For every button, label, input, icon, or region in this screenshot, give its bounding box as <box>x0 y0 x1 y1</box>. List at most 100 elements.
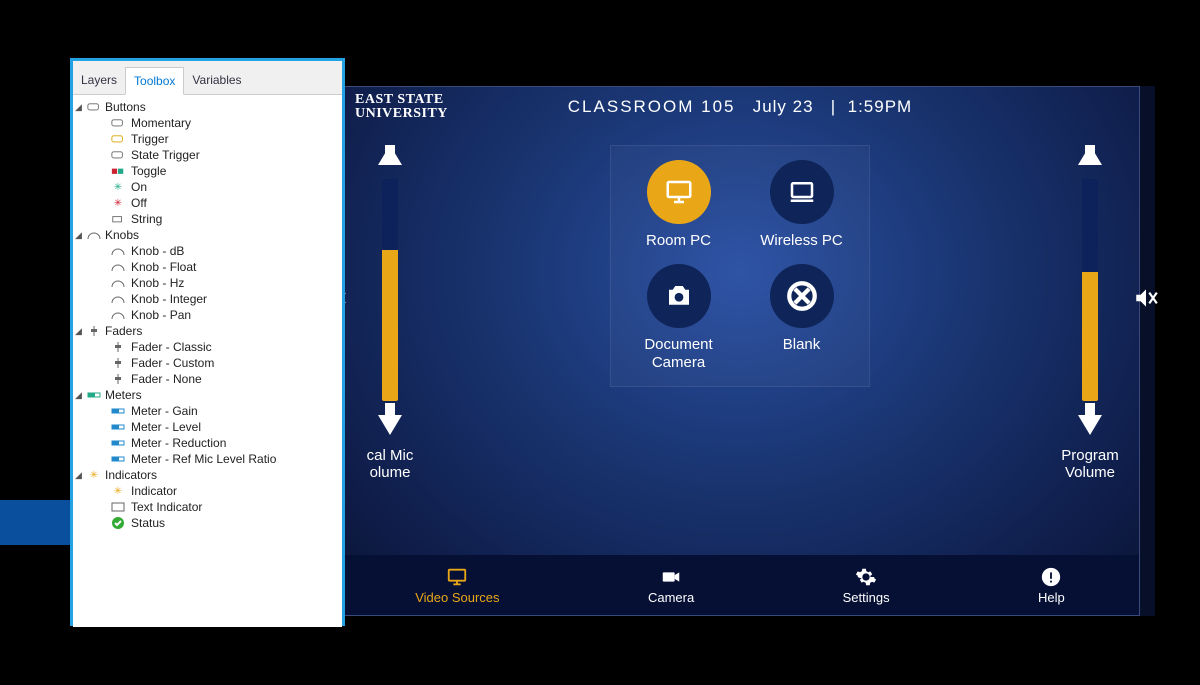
item-state-trigger[interactable]: State Trigger <box>85 147 340 163</box>
control-panel: EAST STATE UNIVERSITY CLASSROOM 105 July… <box>340 86 1140 616</box>
group-label: Knobs <box>105 228 139 242</box>
item-meter-gain[interactable]: Meter - Gain <box>85 403 340 419</box>
fader-icon <box>87 325 101 337</box>
volume-down-button[interactable] <box>378 415 402 435</box>
item-momentary[interactable]: Momentary <box>85 115 340 131</box>
item-indicator[interactable]: ✳Indicator <box>85 483 340 499</box>
source-blank[interactable]: Blank <box>744 264 859 372</box>
fader-icon <box>111 373 125 385</box>
item-knob-hz[interactable]: Knob - Hz <box>85 275 340 291</box>
on-icon: ✳ <box>111 181 125 193</box>
tab-toolbox[interactable]: Toolbox <box>125 67 184 95</box>
group-faders[interactable]: ◢ Faders <box>75 323 340 339</box>
fader-icon <box>111 341 125 353</box>
meter-icon <box>111 405 125 417</box>
volume-label: cal Mic olume <box>367 447 414 481</box>
mute-icon[interactable] <box>1133 285 1159 318</box>
knob-icon <box>87 229 101 241</box>
group-indicators[interactable]: ◢ ✳ Indicators <box>75 467 340 483</box>
button-icon <box>87 101 101 113</box>
source-label: Wireless PC <box>760 232 843 250</box>
item-text-indicator[interactable]: Text Indicator <box>85 499 340 515</box>
nav-video-sources[interactable]: Video Sources <box>415 566 499 605</box>
volume-fill <box>1082 272 1098 401</box>
volume-up-button[interactable] <box>1078 145 1102 165</box>
source-label: Room PC <box>646 232 711 250</box>
meter-icon <box>87 389 101 401</box>
meter-icon <box>111 437 125 449</box>
nav-label: Help <box>1038 590 1065 605</box>
item-meter-reduction[interactable]: Meter - Reduction <box>85 435 340 451</box>
volume-label: Program Volume <box>1061 447 1119 481</box>
expand-icon: ◢ <box>75 230 83 241</box>
source-room-pc[interactable]: Room PC <box>621 160 736 250</box>
university-logo: EAST STATE UNIVERSITY <box>355 93 448 121</box>
source-wireless-pc[interactable]: Wireless PC <box>744 160 859 250</box>
group-label: Faders <box>105 324 142 338</box>
toolbox-tabs: Layers Toolbox Variables <box>73 61 342 95</box>
expand-icon: ◢ <box>75 390 83 401</box>
tab-variables[interactable]: Variables <box>184 67 249 94</box>
time-label: 1:59PM <box>848 97 913 116</box>
button-icon <box>111 133 125 145</box>
item-knob-float[interactable]: Knob - Float <box>85 259 340 275</box>
knob-icon <box>111 309 125 321</box>
volume-bar[interactable] <box>382 179 398 401</box>
expand-icon: ◢ <box>75 102 83 113</box>
item-meter-level[interactable]: Meter - Level <box>85 419 340 435</box>
group-knobs[interactable]: ◢ Knobs <box>75 227 340 243</box>
button-icon <box>111 117 125 129</box>
nav-label: Camera <box>648 590 694 605</box>
panel-header: EAST STATE UNIVERSITY CLASSROOM 105 July… <box>341 87 1139 127</box>
nav-camera[interactable]: Camera <box>648 566 694 605</box>
off-icon: ✳ <box>111 197 125 209</box>
source-document-camera[interactable]: Document Camera <box>621 264 736 372</box>
date-label: July 23 <box>753 97 814 116</box>
volume-bar[interactable] <box>1082 179 1098 401</box>
nav-help[interactable]: Help <box>1038 566 1065 605</box>
indicator-icon: ✳ <box>111 485 125 497</box>
item-knob-db[interactable]: Knob - dB <box>85 243 340 259</box>
item-knob-integer[interactable]: Knob - Integer <box>85 291 340 307</box>
room-label: CLASSROOM 105 <box>568 97 736 116</box>
meter-icon <box>111 421 125 433</box>
text-indicator-icon <box>111 501 125 513</box>
group-meters[interactable]: ◢ Meters <box>75 387 340 403</box>
nav-settings[interactable]: Settings <box>843 566 890 605</box>
item-status[interactable]: Status <box>85 515 340 531</box>
knob-icon <box>111 293 125 305</box>
group-buttons[interactable]: ◢ Buttons <box>75 99 340 115</box>
tab-layers[interactable]: Layers <box>73 67 125 94</box>
nav-label: Settings <box>843 590 890 605</box>
fader-icon <box>111 357 125 369</box>
source-label: Blank <box>783 336 821 354</box>
status-icon <box>111 517 125 529</box>
item-on[interactable]: ✳On <box>85 179 340 195</box>
header-info: CLASSROOM 105 July 23 | 1:59PM <box>568 97 912 117</box>
item-string[interactable]: String <box>85 211 340 227</box>
knob-icon <box>111 261 125 273</box>
item-trigger[interactable]: Trigger <box>85 131 340 147</box>
group-label: Buttons <box>105 100 146 114</box>
item-fader-custom[interactable]: Fader - Custom <box>85 355 340 371</box>
item-off[interactable]: ✳Off <box>85 195 340 211</box>
item-fader-classic[interactable]: Fader - Classic <box>85 339 340 355</box>
item-knob-pan[interactable]: Knob - Pan <box>85 307 340 323</box>
volume-down-button[interactable] <box>1078 415 1102 435</box>
button-icon <box>111 149 125 161</box>
source-grid: Room PC Wireless PC Document Camera Blan… <box>610 145 870 387</box>
meter-icon <box>111 453 125 465</box>
item-fader-none[interactable]: Fader - None <box>85 371 340 387</box>
volume-up-button[interactable] <box>378 145 402 165</box>
nav-label: Video Sources <box>415 590 499 605</box>
program-volume: Program Volume <box>1045 137 1135 481</box>
toolbox-panel: Layers Toolbox Variables ◢ Buttons Momen… <box>70 58 345 626</box>
item-toggle[interactable]: Toggle <box>85 163 340 179</box>
group-label: Meters <box>105 388 142 402</box>
item-meter-ref[interactable]: Meter - Ref Mic Level Ratio <box>85 451 340 467</box>
panel-body: cal Mic olume Program Volume Room PC <box>341 127 1139 557</box>
toggle-icon <box>111 165 125 177</box>
expand-icon: ◢ <box>75 326 83 337</box>
toolbox-tree: ◢ Buttons Momentary Trigger State Trigge… <box>73 95 342 627</box>
source-label: Document Camera <box>621 336 736 372</box>
